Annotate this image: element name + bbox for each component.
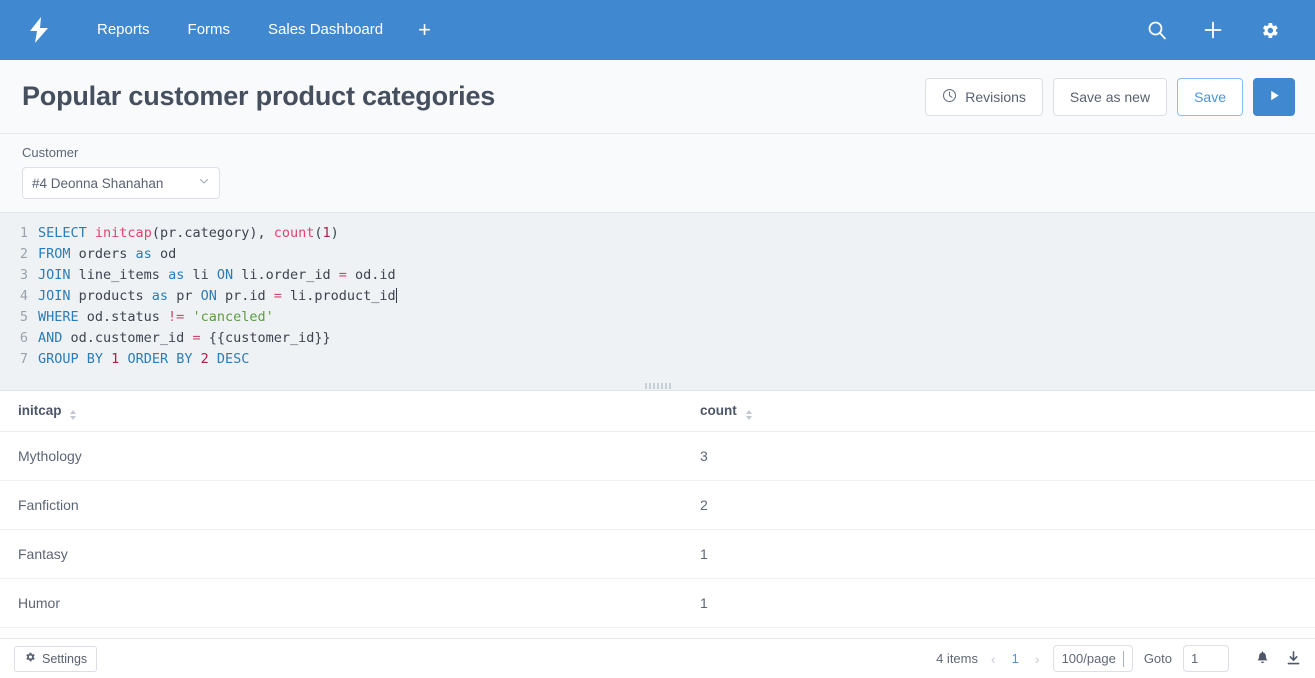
code-text: SELECT initcap(pr.category), count(1) bbox=[38, 225, 339, 241]
customer-filter-label: Customer bbox=[22, 145, 79, 160]
cell-initcap: Mythology bbox=[0, 431, 690, 481]
code-line: 6 AND od.customer_id = {{customer_id}} bbox=[0, 328, 1315, 349]
results-table-body: Mythology 3 Fanfiction 2 Fantasy 1 Humor 1 bbox=[0, 431, 1315, 628]
customer-select-value: #4 Deonna Shanahan bbox=[32, 175, 164, 191]
cell-count: 1 bbox=[690, 578, 1315, 628]
item-count: 4 items bbox=[936, 651, 978, 666]
code-line: 1 SELECT initcap(pr.category), count(1) bbox=[0, 223, 1315, 244]
cell-initcap: Fanfiction bbox=[0, 480, 690, 530]
nav-item-reports[interactable]: Reports bbox=[78, 0, 169, 60]
column-header-initcap-label: initcap bbox=[18, 403, 62, 418]
revisions-button[interactable]: Revisions bbox=[925, 77, 1043, 116]
save-as-new-button[interactable]: Save as new bbox=[1052, 77, 1168, 116]
table-row[interactable]: Humor 1 bbox=[0, 578, 1315, 628]
cell-initcap: Fantasy bbox=[0, 529, 690, 579]
cell-count: 3 bbox=[690, 431, 1315, 481]
header-action-buttons: Revisions Save as new Save bbox=[925, 77, 1295, 116]
code-text: WHERE od.status != 'canceled' bbox=[38, 309, 274, 325]
goto-page-input[interactable] bbox=[1183, 645, 1229, 672]
sort-toggle-initcap[interactable] bbox=[70, 410, 77, 420]
editor-resize-handle[interactable] bbox=[0, 382, 1315, 391]
code-text: JOIN products as pr ON pr.id = li.produc… bbox=[38, 288, 397, 304]
code-line: 2 FROM orders as od bbox=[0, 244, 1315, 265]
text-cursor bbox=[395, 288, 397, 303]
line-number: 2 bbox=[19, 246, 28, 262]
table-row[interactable]: Fanfiction 2 bbox=[0, 480, 1315, 530]
column-header-count-label: count bbox=[700, 403, 737, 418]
table-header-row: initcap count bbox=[0, 391, 1315, 432]
plus-icon[interactable] bbox=[1185, 0, 1241, 60]
table-row[interactable]: Fantasy 1 bbox=[0, 529, 1315, 579]
grip-icon bbox=[644, 383, 671, 389]
bell-icon[interactable] bbox=[1255, 650, 1270, 667]
cell-initcap: Humor bbox=[0, 578, 690, 628]
code-text: JOIN line_items as li ON li.order_id = o… bbox=[38, 267, 396, 283]
code-text: GROUP BY 1 ORDER BY 2 DESC bbox=[38, 351, 250, 367]
page-number-1[interactable]: 1 bbox=[1009, 651, 1022, 666]
app-logo[interactable] bbox=[22, 17, 56, 43]
add-tab-button[interactable]: + bbox=[402, 0, 447, 60]
column-header-initcap[interactable]: initcap bbox=[0, 391, 690, 432]
run-query-button[interactable] bbox=[1253, 77, 1295, 116]
nav-item-forms[interactable]: Forms bbox=[169, 0, 250, 60]
code-line: 5 WHERE od.status != 'canceled' bbox=[0, 307, 1315, 328]
column-header-count[interactable]: count bbox=[690, 391, 1315, 432]
play-icon bbox=[1267, 88, 1282, 106]
line-number: 6 bbox=[19, 330, 28, 346]
pagination-controls: 4 items ‹ 1 › 100/page Goto bbox=[936, 645, 1229, 672]
revisions-button-label: Revisions bbox=[965, 88, 1026, 105]
customer-select[interactable]: #4 Deonna Shanahan bbox=[22, 167, 220, 199]
query-results: initcap count Mythology 3 Fanfiction 2 Fanta… bbox=[0, 391, 1315, 628]
settings-button[interactable]: Settings bbox=[14, 645, 98, 672]
chevron-down-icon bbox=[198, 174, 210, 192]
nav-item-sales-dashboard[interactable]: Sales Dashboard bbox=[249, 0, 402, 60]
code-line: 3 JOIN line_items as li ON li.order_id = … bbox=[0, 265, 1315, 286]
code-line: 7 GROUP BY 1 ORDER BY 2 DESC bbox=[0, 349, 1315, 370]
nav-links: Reports Forms Sales Dashboard + bbox=[78, 0, 447, 60]
top-navigation-bar: Reports Forms Sales Dashboard + bbox=[0, 0, 1315, 60]
gear-icon bbox=[24, 651, 36, 666]
chevron-left-icon[interactable]: ‹ bbox=[989, 651, 998, 667]
page-size-select[interactable]: 100/page bbox=[1052, 645, 1133, 672]
page-title: Popular customer product categories bbox=[22, 81, 496, 111]
sql-query-editor[interactable]: 1 SELECT initcap(pr.category), count(1) 2 F… bbox=[0, 213, 1315, 382]
clock-icon bbox=[942, 88, 957, 106]
line-number: 7 bbox=[19, 351, 28, 367]
footer-icon-group bbox=[1255, 650, 1301, 667]
code-line: 4 JOIN products as pr ON pr.id = li.produ… bbox=[0, 286, 1315, 307]
line-number: 4 bbox=[19, 288, 28, 304]
page-header: Popular customer product categories Revi… bbox=[0, 60, 1315, 134]
page-size-value: 100/page bbox=[1061, 651, 1116, 666]
settings-button-label: Settings bbox=[42, 651, 88, 666]
sort-toggle-count[interactable] bbox=[745, 410, 752, 420]
code-text: FROM orders as od bbox=[38, 246, 177, 262]
chevron-right-icon[interactable]: › bbox=[1033, 651, 1042, 667]
save-button[interactable]: Save bbox=[1177, 77, 1243, 116]
line-number: 1 bbox=[19, 225, 28, 241]
download-icon[interactable] bbox=[1286, 650, 1301, 667]
nav-icon-group bbox=[1129, 0, 1297, 60]
table-row[interactable]: Mythology 3 bbox=[0, 431, 1315, 481]
line-number: 5 bbox=[19, 309, 28, 325]
cell-count: 2 bbox=[690, 480, 1315, 530]
code-text: AND od.customer_id = {{customer_id}} bbox=[38, 330, 331, 346]
results-footer: Settings 4 items ‹ 1 › 100/page Goto bbox=[0, 638, 1315, 678]
results-table: initcap count Mythology 3 Fanfiction 2 Fanta… bbox=[0, 391, 1315, 628]
goto-label: Goto bbox=[1143, 651, 1172, 666]
line-number: 3 bbox=[19, 267, 28, 283]
chevron-down-icon bbox=[1122, 651, 1124, 667]
filter-bar: Customer #4 Deonna Shanahan bbox=[0, 134, 1315, 213]
search-icon[interactable] bbox=[1129, 0, 1185, 60]
gear-icon[interactable] bbox=[1241, 0, 1297, 60]
cell-count: 1 bbox=[690, 529, 1315, 579]
